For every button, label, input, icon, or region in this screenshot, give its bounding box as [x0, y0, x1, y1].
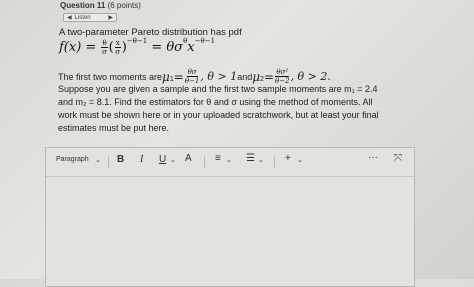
chevron-down-icon[interactable]: ⌄: [297, 156, 303, 164]
list-icon[interactable]: ☰: [246, 153, 255, 164]
answer-editor[interactable]: Paragraph ⌄ B I U ⌄ A ≡ ⌄ ☰ ⌄ + ⌄ ··· ⤧: [45, 147, 415, 287]
fraction-x-sigma: x σ: [114, 39, 121, 56]
mu1-symbol: μ: [162, 69, 170, 84]
text-line-1: Suppose you are given a sample and the f…: [58, 84, 378, 94]
question-points: (6 points): [107, 1, 141, 10]
formula-mid: = θσ: [151, 40, 184, 55]
text-line-3: work must be shown here or in your uploa…: [58, 110, 379, 120]
text-line-4: estimates must be put here.: [58, 123, 170, 133]
expand-icon[interactable]: ⤧: [394, 153, 402, 164]
text-color-button[interactable]: A: [185, 153, 192, 164]
toolbar-divider: [274, 156, 275, 168]
pdf-formula: f(x) = θ σ ( x σ ) −θ−1 = θσ θ x −θ−1: [59, 36, 216, 57]
editor-toolbar: Paragraph ⌄ B I U ⌄ A ≡ ⌄ ☰ ⌄ + ⌄ ··· ⤧: [46, 148, 414, 177]
speaker-icon: ◀: [67, 15, 72, 21]
play-icon: ▶: [108, 15, 113, 21]
toolbar-divider: [204, 156, 205, 168]
moments-line: The first two moments are μ1 = θσ θ−1 , …: [58, 68, 331, 85]
mu1-fraction: θσ θ−1: [184, 68, 200, 85]
listen-label: Listen: [74, 14, 91, 21]
align-icon[interactable]: ≡: [215, 153, 221, 164]
italic-button[interactable]: I: [140, 154, 143, 165]
chevron-down-icon[interactable]: ⌄: [258, 156, 264, 164]
fraction-theta-sigma: θ σ: [101, 39, 108, 56]
insert-plus-button[interactable]: +: [285, 153, 291, 164]
bold-button[interactable]: B: [117, 154, 124, 165]
mu2-symbol: μ: [252, 69, 261, 84]
paragraph-select[interactable]: Paragraph: [56, 156, 89, 163]
mu2-fraction: θσ² θ−2: [275, 68, 290, 85]
exponent-1: −θ−1: [126, 36, 148, 45]
more-options-button[interactable]: ···: [368, 152, 378, 163]
question-number: Question 11: [60, 1, 106, 10]
exponent-2: −θ−1: [194, 36, 216, 45]
toolbar-divider: [108, 156, 109, 168]
listen-button[interactable]: ◀ Listen ▶: [63, 13, 117, 22]
chevron-down-icon[interactable]: ⌄: [170, 156, 176, 164]
formula-lhs: f(x) =: [59, 40, 97, 55]
question-title: Question 11 (6 points): [60, 1, 141, 10]
chevron-down-icon[interactable]: ⌄: [226, 156, 232, 164]
underline-button[interactable]: U: [159, 154, 166, 165]
text-line-2: and m₂ = 8.1. Find the estimators for θ …: [58, 97, 373, 107]
chevron-down-icon[interactable]: ⌄: [95, 156, 101, 164]
